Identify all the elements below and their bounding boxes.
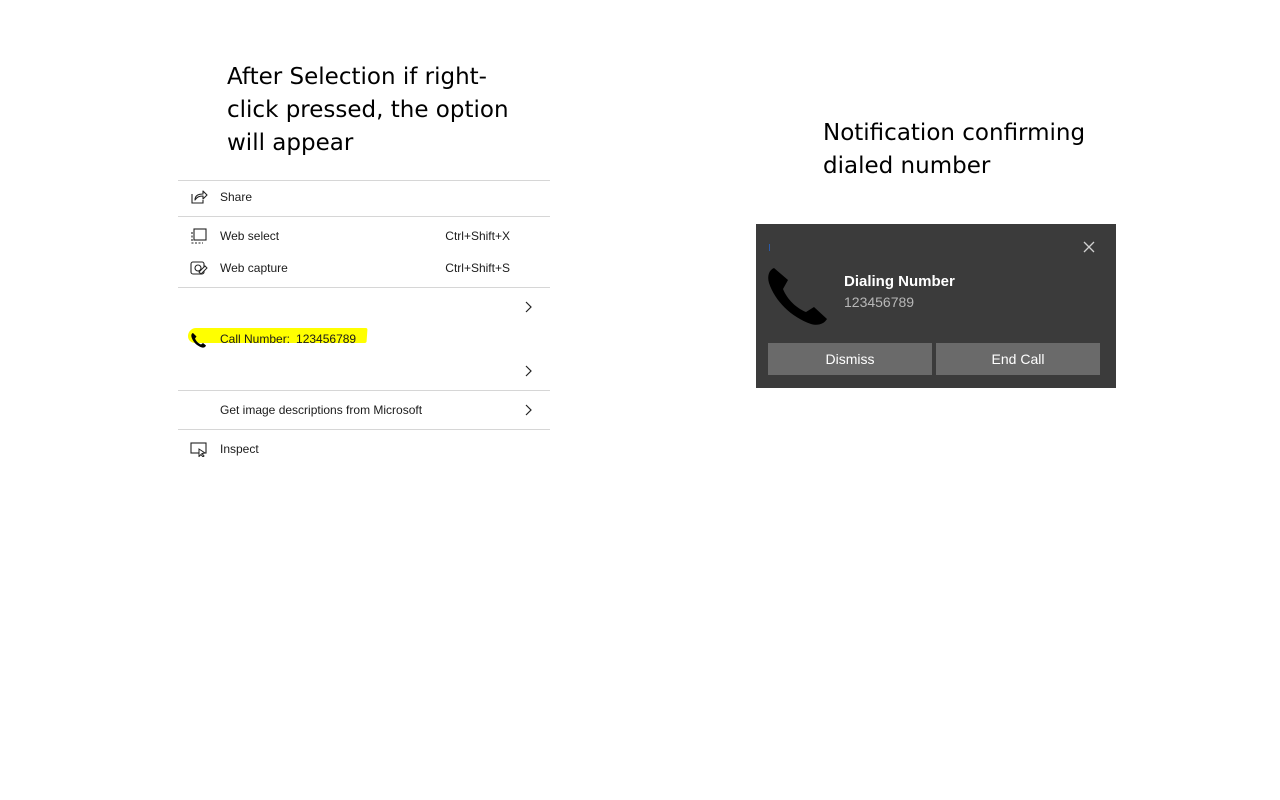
notification-title: Dialing Number — [844, 273, 955, 290]
menu-item-label: Get image descriptions from Microsoft — [220, 403, 423, 417]
canvas: After Selection if right-click pressed, … — [0, 0, 1280, 800]
menu-separator — [178, 390, 550, 391]
close-icon[interactable] — [1082, 240, 1096, 254]
context-menu: Share Web select Ctrl+Shift+X Web captur… — [178, 180, 550, 465]
web-capture-icon — [190, 261, 208, 275]
call-number-label: Call Number: — [220, 332, 291, 346]
web-select-icon — [191, 228, 207, 244]
menu-item-web-select[interactable]: Web select Ctrl+Shift+X — [178, 220, 550, 252]
menu-item-share[interactable]: Share — [178, 181, 550, 213]
menu-separator — [178, 216, 550, 217]
notification-number: 123456789 — [844, 294, 915, 310]
phone-icon — [191, 333, 206, 348]
caption-notification: Notification confirming dialed number — [823, 120, 1086, 179]
menu-item-label: Web capture — [220, 261, 288, 275]
caption-context-menu: After Selection if right-click pressed, … — [227, 64, 509, 156]
menu-separator — [178, 429, 550, 430]
menu-item-web-capture[interactable]: Web capture Ctrl+Shift+S — [178, 252, 550, 284]
chevron-right-icon — [525, 365, 532, 377]
notification-toast: Dialing Number 123456789 Dismiss End Cal… — [756, 224, 1116, 388]
menu-item-submenu-blank[interactable] — [178, 355, 550, 387]
menu-separator — [178, 287, 550, 288]
share-icon — [191, 190, 208, 204]
menu-item-label: Inspect — [220, 442, 259, 456]
menu-item-image-descriptions[interactable]: Get image descriptions from Microsoft — [178, 394, 550, 426]
call-number-value: 123456789 — [296, 332, 357, 346]
menu-item-submenu-blank[interactable] — [178, 291, 550, 323]
inspect-icon — [190, 442, 207, 457]
menu-item-shortcut: Ctrl+Shift+S — [445, 261, 510, 275]
phone-icon — [768, 268, 827, 325]
chevron-right-icon — [525, 301, 532, 313]
menu-item-shortcut: Ctrl+Shift+X — [445, 229, 510, 243]
menu-item-label: Web select — [220, 229, 280, 243]
dismiss-button[interactable]: Dismiss — [768, 343, 932, 375]
menu-item-call-number[interactable]: Call Number: 123456789 — [178, 323, 550, 355]
chevron-right-icon — [525, 404, 532, 416]
menu-item-label: Share — [220, 190, 253, 204]
end-call-button[interactable]: End Call — [936, 343, 1100, 375]
menu-item-label-group: Call Number: 123456789 — [220, 332, 356, 346]
menu-item-inspect[interactable]: Inspect — [178, 433, 550, 465]
app-indicator — [769, 244, 770, 251]
